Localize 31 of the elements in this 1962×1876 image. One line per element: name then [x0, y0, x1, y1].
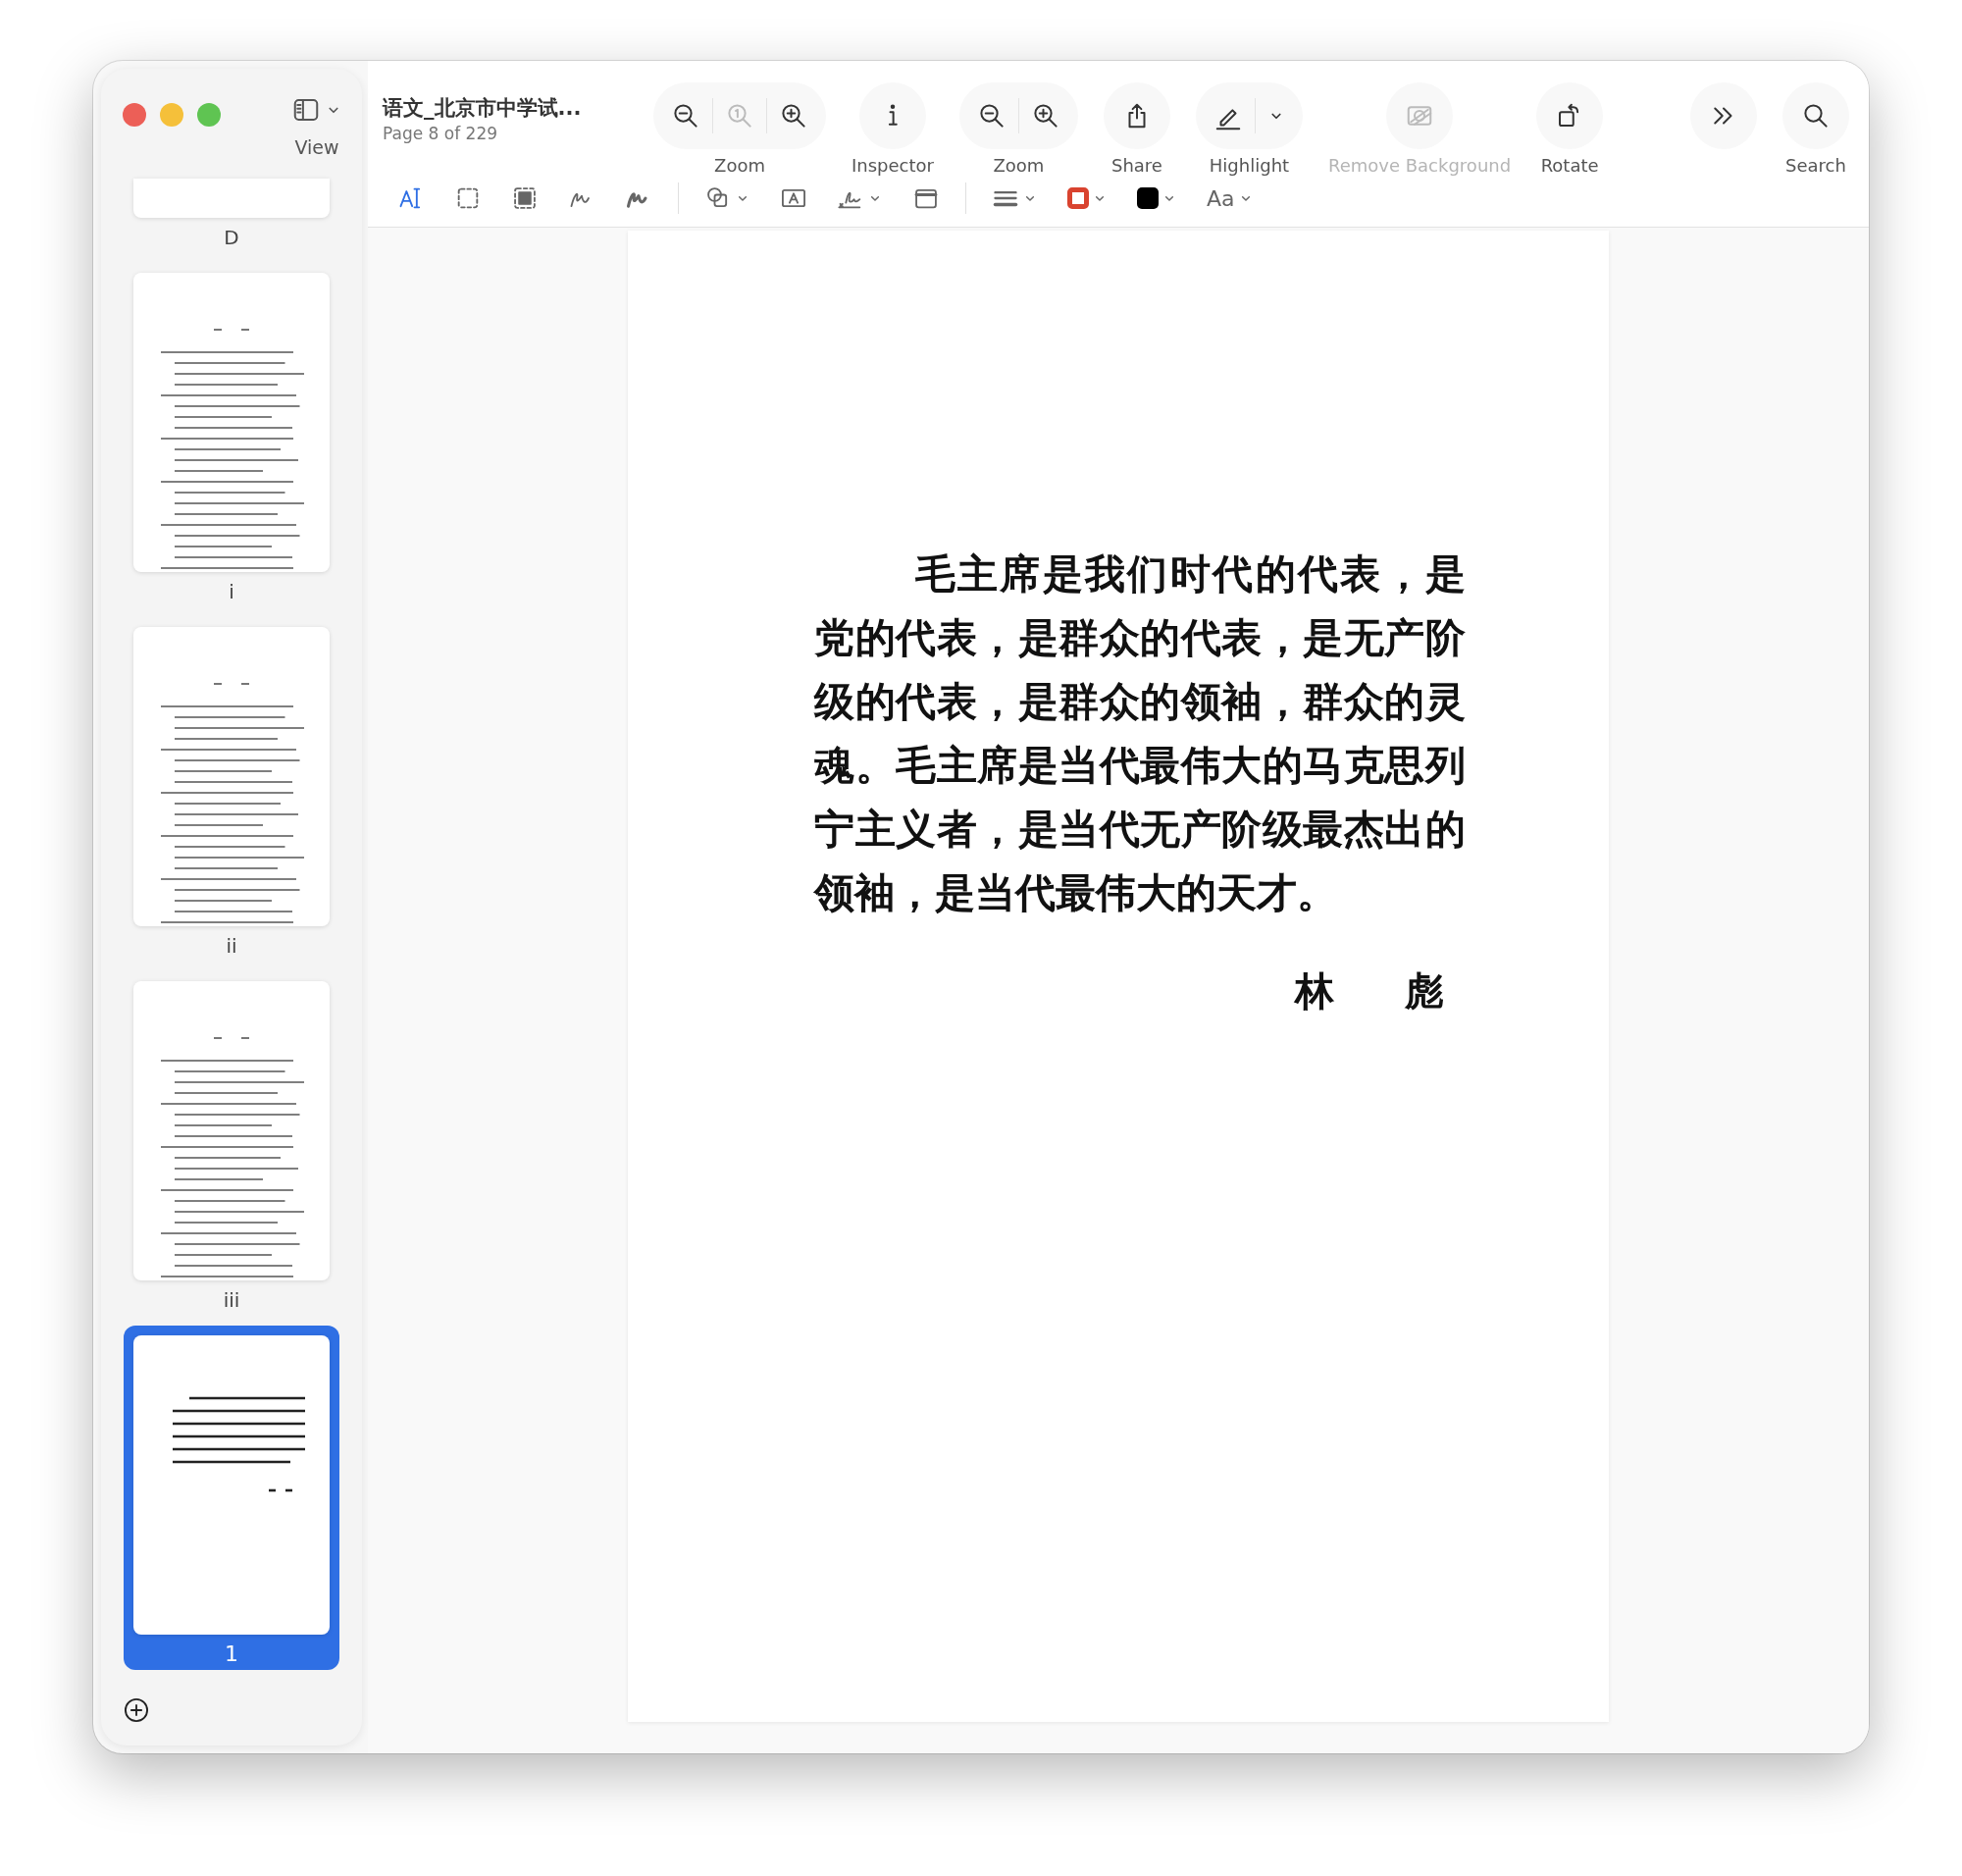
close-button[interactable] — [123, 103, 146, 127]
selected-page-thumbnail[interactable]: 1 — [124, 1326, 339, 1670]
toolbar-label: Zoom — [993, 155, 1045, 176]
toolbar-label: Inspector — [852, 155, 934, 176]
actual-size-icon — [725, 101, 754, 130]
page-number: D — [224, 226, 239, 249]
redact-icon — [511, 184, 539, 212]
search-icon — [1801, 101, 1831, 130]
page-thumbnail[interactable]: D — [124, 169, 339, 249]
page-thumbnail[interactable]: iii — [124, 971, 339, 1312]
page-number: iii — [223, 1288, 240, 1312]
zoom-out-icon — [671, 101, 700, 130]
page-number: i — [229, 580, 234, 603]
toolbar-label: Zoom — [714, 155, 765, 176]
toolbar-label: Remove Background — [1327, 155, 1512, 176]
page-number: ii — [226, 934, 237, 958]
page-number: 1 — [225, 1642, 238, 1666]
quote-paragraph: 毛主席是我们时代的代表，是党的代表，是群众的代表，是无产阶级的代表，是群众的领袖，群众的灵魂。毛主席是当代最伟大的马克思列宁主义者，是当代无产阶级最杰出的领袖，是当代最伟大的天才。 — [814, 549, 1466, 918]
toolbar-label: Highlight — [1209, 155, 1290, 176]
signature: 林 彪 — [1295, 967, 1461, 1016]
toolbar-label: Share — [1111, 155, 1162, 176]
font-tool[interactable]: Aa — [1199, 182, 1262, 215]
view-button[interactable]: View — [291, 95, 342, 158]
zoom-in-icon — [779, 101, 808, 130]
page-count: Page 8 of 229 — [383, 124, 499, 143]
toolbar-label: Search — [1785, 155, 1846, 176]
window-title: 语文_北京市中学试... — [383, 95, 583, 122]
add-icon[interactable] — [123, 1696, 150, 1724]
toolbar-label: Rotate — [1540, 155, 1599, 176]
page-thumbnail[interactable]: ii — [124, 617, 339, 958]
page-thumbnail[interactable]: i — [124, 263, 339, 603]
